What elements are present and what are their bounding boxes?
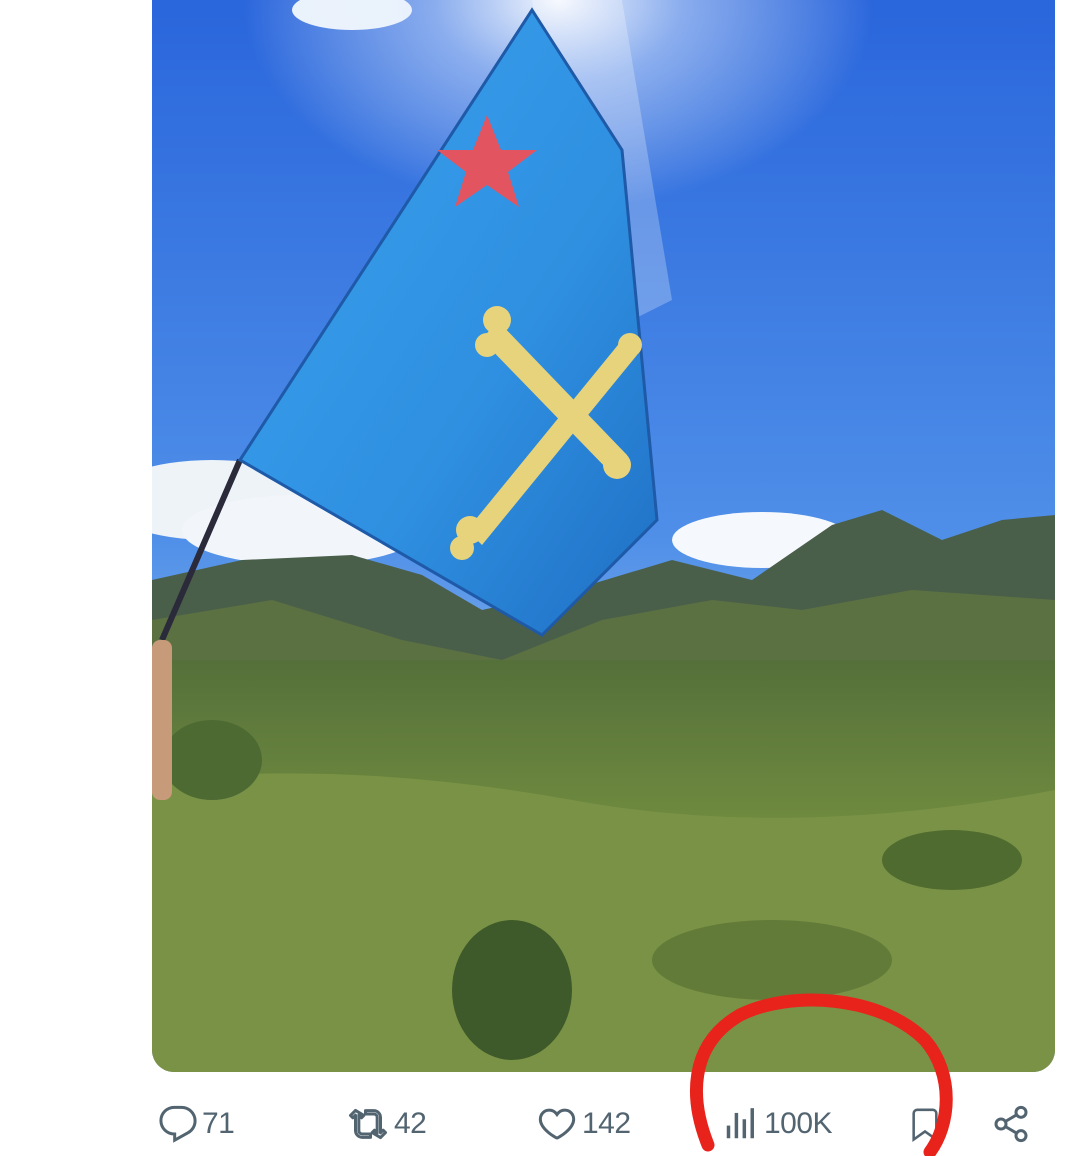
landscape-with-flag-image [152, 0, 1055, 1072]
reply-button[interactable]: 71 [158, 1102, 235, 1146]
reply-count: 71 [202, 1107, 235, 1140]
bookmark-icon [908, 1104, 942, 1144]
retweet-button[interactable]: 42 [346, 1102, 427, 1146]
tweet-photo[interactable] [152, 0, 1055, 1072]
like-count: 142 [582, 1107, 631, 1140]
analytics-icon [722, 1104, 760, 1144]
retweet-icon [346, 1104, 390, 1144]
retweet-count: 42 [394, 1107, 427, 1140]
views-button[interactable]: 100K [722, 1102, 833, 1146]
share-button[interactable] [990, 1102, 1032, 1146]
reply-icon [158, 1104, 198, 1144]
bookmark-button[interactable] [908, 1102, 942, 1146]
views-count: 100K [764, 1107, 833, 1140]
heart-icon [536, 1104, 578, 1144]
share-icon [990, 1104, 1032, 1144]
tweet-action-bar: 71 42 142 100K [0, 1094, 1080, 1156]
like-button[interactable]: 142 [536, 1102, 631, 1146]
